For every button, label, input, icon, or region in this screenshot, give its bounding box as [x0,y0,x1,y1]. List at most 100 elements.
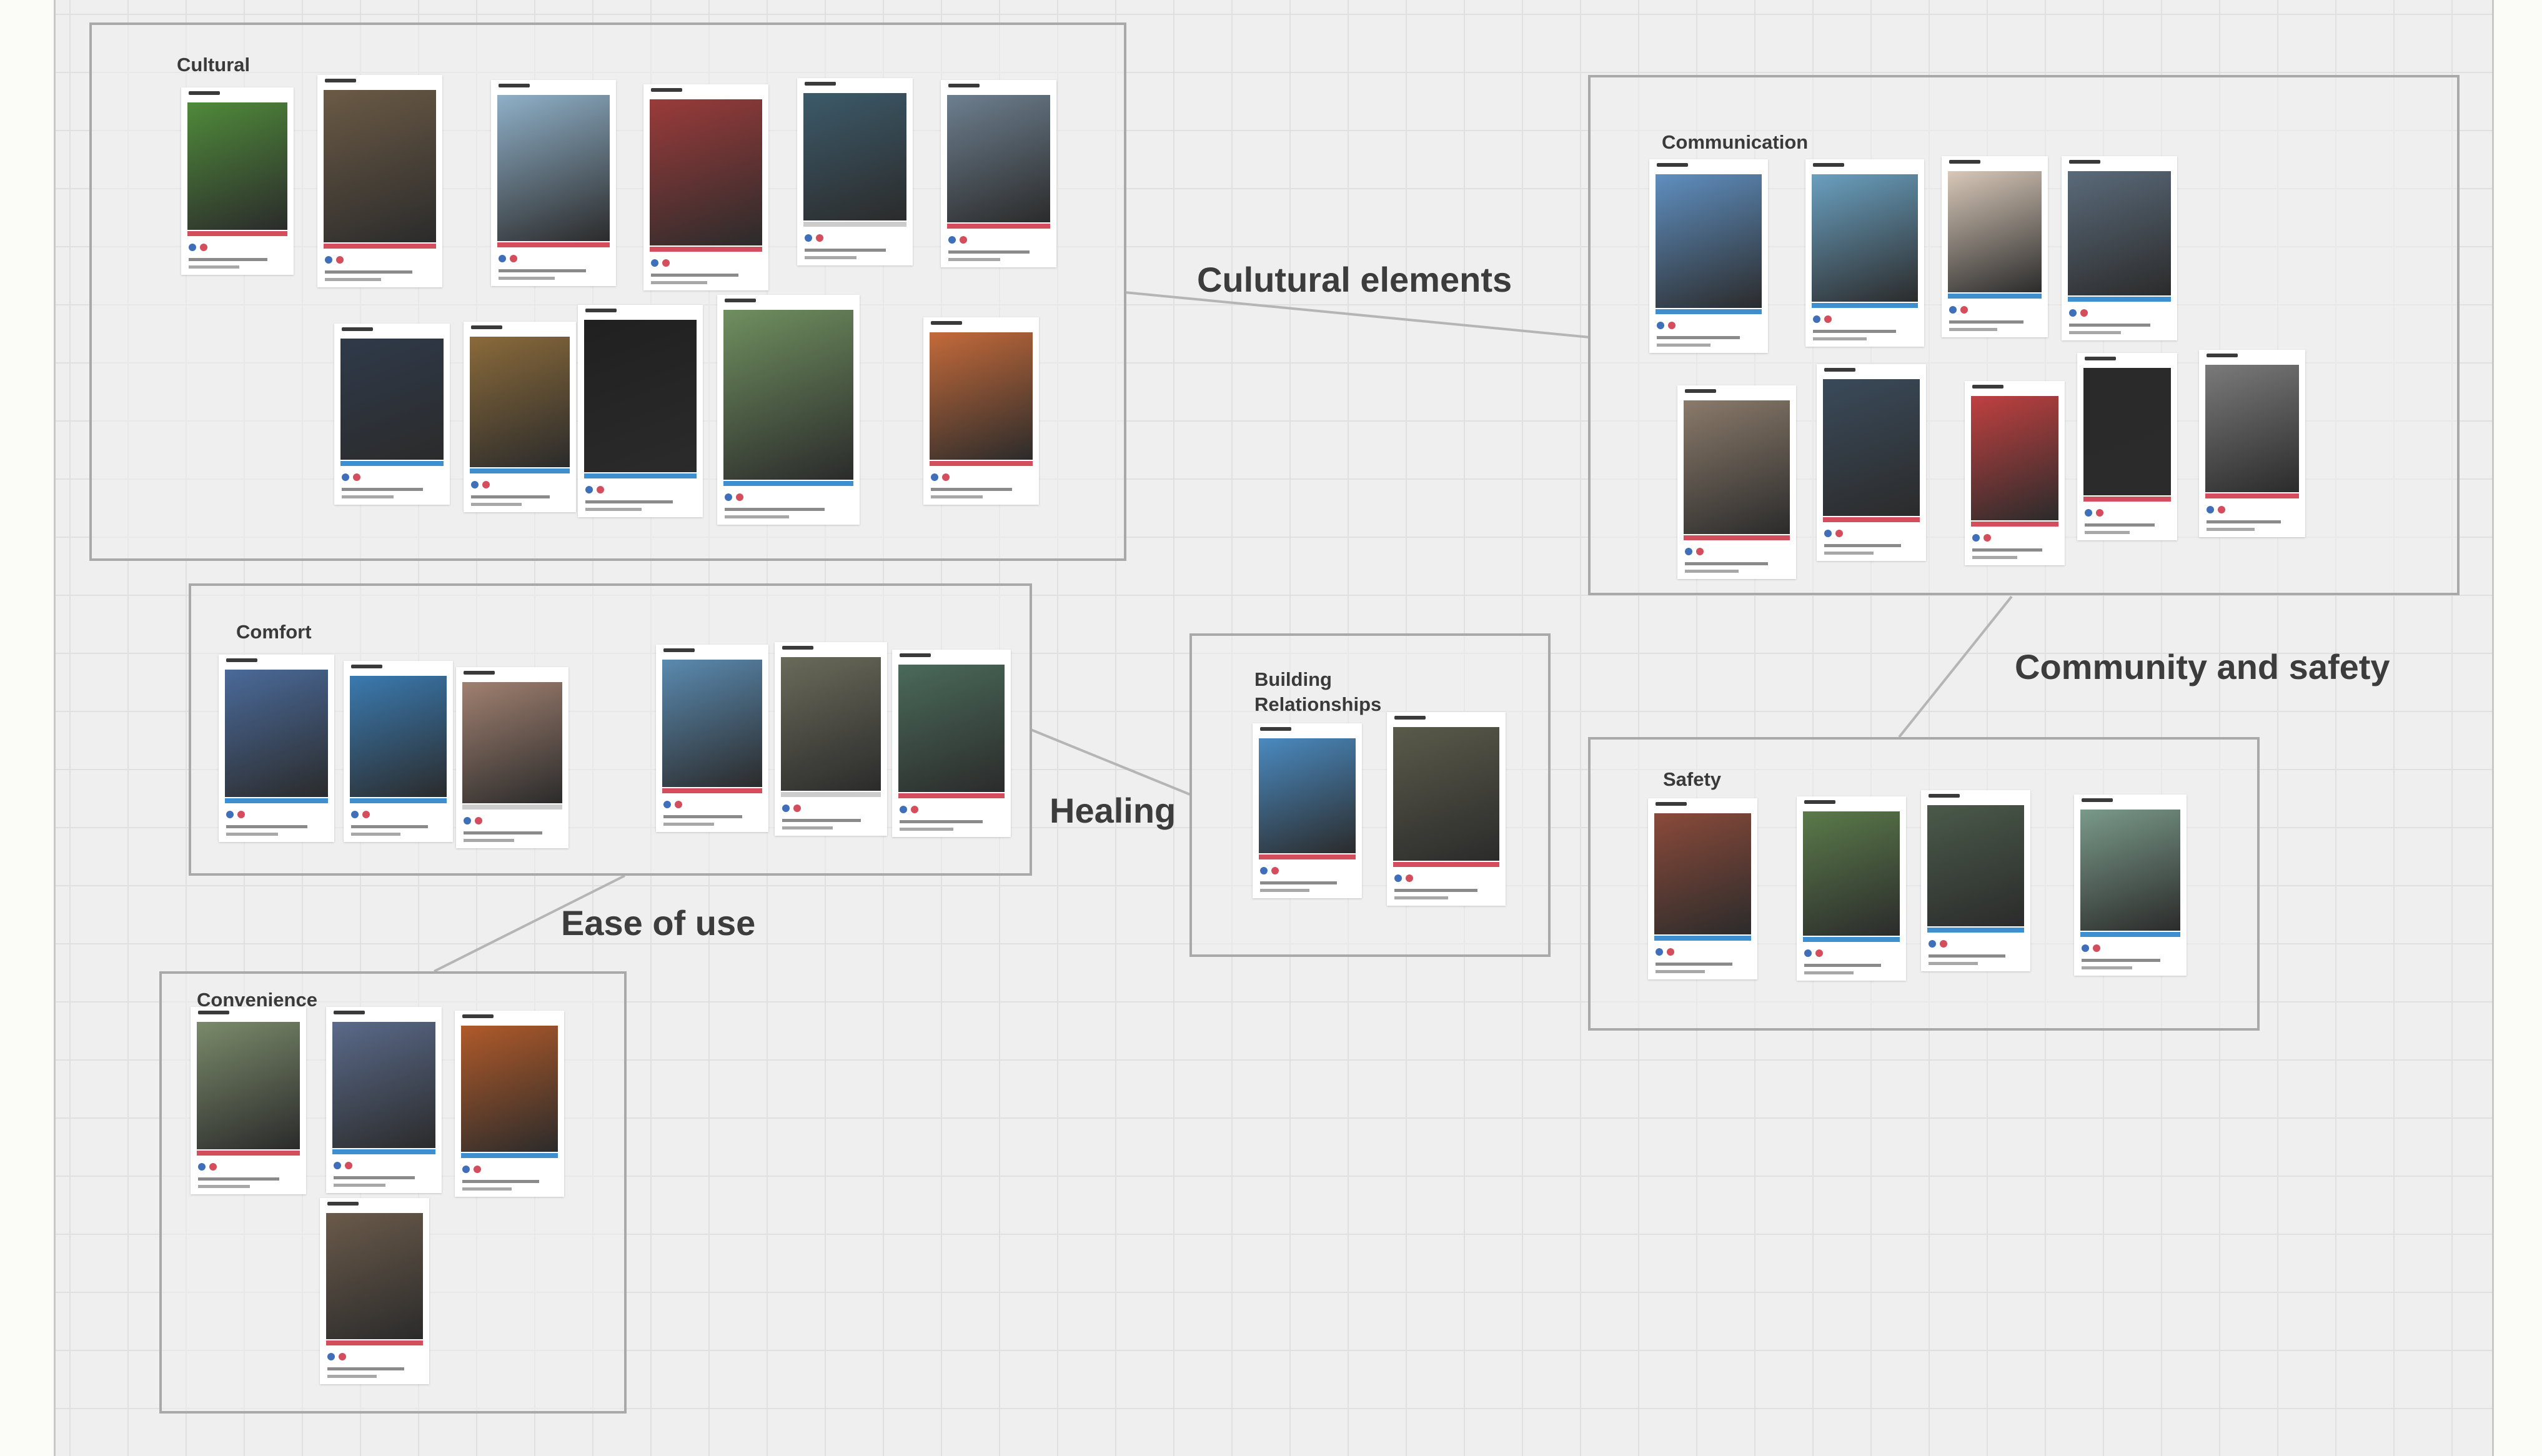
card-text-line [585,500,673,503]
card-text-line [327,1367,404,1370]
card-photo [1812,174,1918,302]
card-photo [1823,379,1920,516]
card-photo [1684,400,1790,534]
card-color-bar [1948,294,2042,299]
theme-community-safety: Community and safety [2015,647,2390,686]
card-color-bar [350,798,447,803]
photo-card-building[interactable] [1253,723,1362,898]
card-reaction-icons [342,473,385,481]
like-icon [351,811,359,818]
photo-card-communication[interactable] [2062,156,2177,340]
heart-icon [345,1162,352,1169]
card-color-bar [1823,517,1920,522]
photo-card-communication[interactable] [1817,364,1926,561]
card-text-line [1656,970,1705,973]
photo-card-communication[interactable] [1649,159,1768,353]
card-photo [324,90,436,242]
heart-icon [662,259,670,267]
like-icon [1656,948,1663,956]
photo-card-comfort[interactable] [219,655,334,842]
photo-card-comfort[interactable] [656,645,768,832]
photo-card-convenience[interactable] [326,1007,442,1193]
photo-card-convenience[interactable] [191,1007,306,1194]
photo-card-comfort[interactable] [892,650,1011,837]
photo-card-cultural[interactable] [578,305,703,517]
photo-card-comfort[interactable] [344,661,453,842]
card-reaction-icons [1972,534,2016,542]
card-text-line [948,258,1001,261]
heart-icon [675,801,682,808]
photo-card-communication[interactable] [2199,350,2305,537]
card-reaction-icons [1394,874,1438,882]
card-text-line [1804,971,1854,974]
card-color-bar [1259,854,1356,859]
card-reaction-icons [948,236,992,244]
photo-card-cultural[interactable] [643,84,768,290]
photo-card-cultural[interactable] [923,317,1039,505]
card-text-line [464,831,542,834]
photo-card-safety[interactable] [1921,790,2030,971]
card-text-line [1824,544,1901,547]
photo-card-cultural[interactable] [717,295,860,525]
theme-healing: Healing [1050,791,1176,830]
card-photo [1948,171,2042,292]
photo-card-safety[interactable] [2074,795,2187,976]
photo-card-building[interactable] [1387,712,1506,906]
like-icon [1260,867,1268,874]
heart-icon [1960,306,1968,314]
card-text-line [1949,320,2023,324]
photo-card-convenience[interactable] [320,1198,429,1384]
like-icon [1394,874,1402,882]
card-color-bar [662,788,762,793]
heart-icon [2096,509,2103,517]
card-text-line [2082,959,2160,962]
photo-card-comfort[interactable] [775,642,887,836]
heart-icon [474,1166,481,1173]
card-color-bar [497,242,610,247]
photo-card-cultural[interactable] [941,80,1056,267]
card-text-line [2085,531,2130,534]
card-text-line [585,508,642,511]
photo-card-comfort[interactable] [456,667,568,848]
card-text-line [1260,889,1309,892]
heart-icon [911,806,918,813]
card-text-line [1929,962,1978,965]
like-icon [2082,944,2089,952]
card-text-line [1929,954,2005,958]
card-text-line [900,828,953,831]
card-photo [781,657,881,791]
photo-card-cultural[interactable] [797,78,913,265]
card-photo [898,665,1005,792]
card-color-bar [1393,862,1499,867]
photo-card-convenience[interactable] [455,1011,564,1197]
photo-card-safety[interactable] [1797,796,1906,981]
photo-card-safety[interactable] [1648,798,1757,979]
photo-card-communication[interactable] [1965,381,2065,565]
card-text-line [342,495,394,498]
card-photo [650,99,762,245]
card-text-line [1949,328,1997,331]
card-photo [723,310,853,480]
group-title-building: Building Relationships [1254,668,1382,716]
photo-card-communication[interactable] [2077,353,2177,540]
card-caption-line [464,671,495,675]
card-reaction-icons [226,811,270,818]
heart-icon [200,244,207,251]
photo-card-cultural[interactable] [317,75,442,287]
card-caption-line [325,79,356,82]
card-reaction-icons [2085,509,2128,517]
photo-card-cultural[interactable] [491,80,616,286]
card-text-line [900,820,983,823]
card-reaction-icons [931,473,975,481]
photo-card-communication[interactable] [1942,156,2048,337]
photo-card-cultural[interactable] [181,87,294,275]
photo-card-communication[interactable] [1805,159,1924,347]
card-text-line [725,515,789,518]
like-icon [471,481,479,488]
photo-card-cultural[interactable] [334,324,450,505]
photo-card-communication[interactable] [1677,385,1796,579]
photo-card-cultural[interactable] [464,322,576,512]
card-caption-line [931,321,962,325]
card-text-line [226,825,307,828]
card-photo [350,676,447,797]
